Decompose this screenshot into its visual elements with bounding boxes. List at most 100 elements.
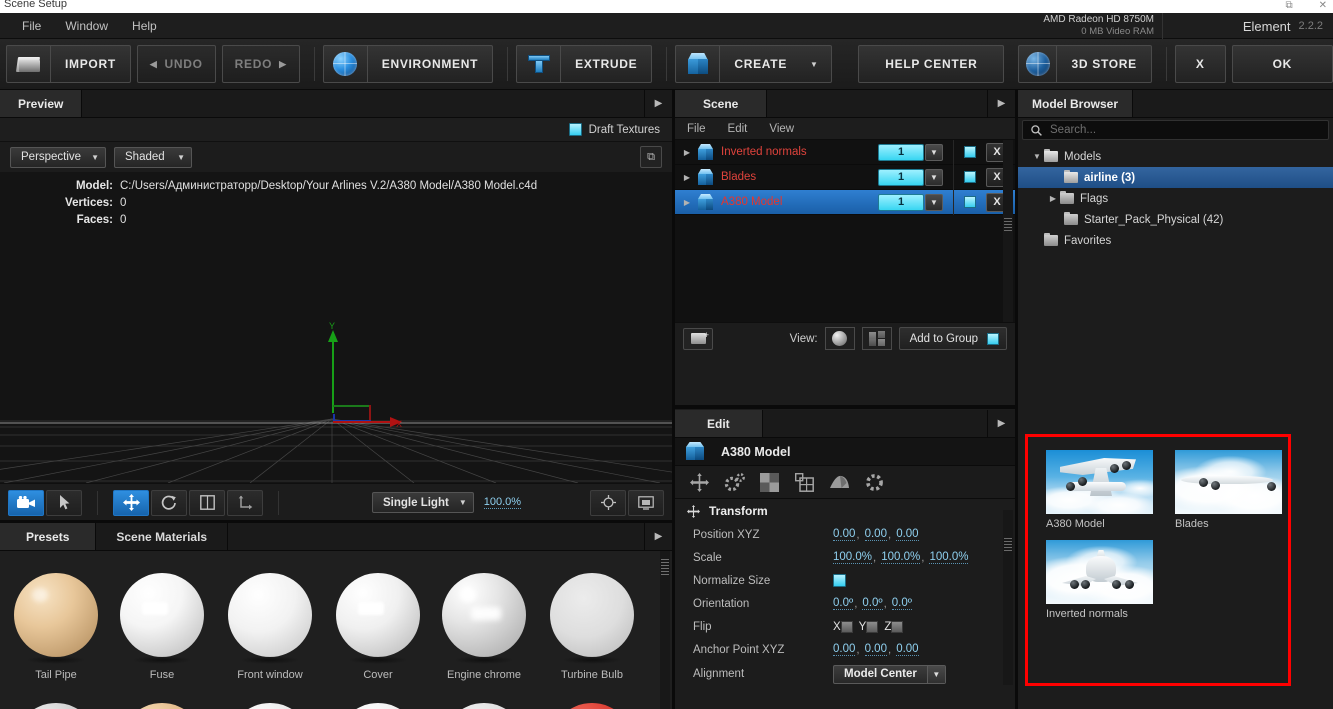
scene-list-scrollbar[interactable] xyxy=(1003,140,1013,322)
orientation-y-value[interactable]: 0.0º xyxy=(862,597,883,610)
position-z-value[interactable]: 0.00 xyxy=(896,528,919,541)
add-to-group-button[interactable]: Add to Group xyxy=(898,327,1007,350)
thumbnail-item-blades[interactable]: Blades xyxy=(1175,450,1282,530)
redo-button[interactable]: REDO ▶ xyxy=(221,45,300,83)
edit-panel-menu-arrow[interactable]: ▶ xyxy=(987,410,1015,437)
flip-x-checkbox[interactable] xyxy=(840,620,853,633)
scale-y-value[interactable]: 100.0% xyxy=(881,551,921,564)
disclosure-triangle-icon[interactable]: ▶ xyxy=(679,173,695,182)
environment-button[interactable]: ENVIRONMENT xyxy=(322,45,494,83)
tab-scene-materials[interactable]: Scene Materials xyxy=(96,523,229,550)
move-tool-button[interactable] xyxy=(113,489,149,516)
scale-x-value[interactable]: 100.0% xyxy=(833,551,873,564)
flip-y-checkbox[interactable] xyxy=(866,620,879,633)
material-item-turbine-bulb[interactable]: Turbine Bulb xyxy=(538,573,646,681)
visibility-toggle[interactable] xyxy=(964,146,976,158)
panel-divider-horizontal-2[interactable] xyxy=(675,405,1015,409)
anchor-x-value[interactable]: 0.00 xyxy=(833,643,856,656)
help-center-button[interactable]: HELP CENTER xyxy=(858,45,1005,83)
tree-item-airline[interactable]: airline (3) xyxy=(1018,167,1333,188)
scene-row-a380-model[interactable]: ▶ A380 Model 1 ▼ X xyxy=(675,189,1015,215)
chevron-down-icon[interactable]: ▼ xyxy=(925,168,943,186)
settings-gear-icon[interactable] xyxy=(864,472,885,493)
anchor-z-value[interactable]: 0.00 xyxy=(896,643,919,656)
material-item-row2-4[interactable] xyxy=(324,703,432,709)
panel-divider-vertical-1[interactable] xyxy=(672,90,675,709)
instance-count-field[interactable]: 1 xyxy=(878,168,924,186)
material-item-tail-pipe[interactable]: Tail Pipe xyxy=(2,573,110,681)
ok-button[interactable]: OK xyxy=(1231,45,1333,83)
rotate-tool-button[interactable] xyxy=(151,489,187,516)
scrollbar-grip[interactable] xyxy=(661,559,669,575)
select-tool-button[interactable] xyxy=(46,489,82,516)
orientation-z-value[interactable]: 0.0º xyxy=(891,597,912,610)
tab-scene[interactable]: Scene xyxy=(675,90,768,117)
panel-divider-horizontal-1[interactable] xyxy=(0,520,672,523)
tab-preview[interactable]: Preview xyxy=(0,90,83,117)
cancel-button[interactable]: X xyxy=(1174,45,1226,83)
scale-z-value[interactable]: 100.0% xyxy=(929,551,969,564)
material-item-fuse[interactable]: Fuse xyxy=(108,573,216,681)
anchor-y-value[interactable]: 0.00 xyxy=(864,643,887,656)
normalize-size-checkbox[interactable] xyxy=(833,574,846,587)
instance-count-field[interactable]: 1 xyxy=(878,193,924,211)
transform-section-header[interactable]: Transform xyxy=(675,499,1015,523)
axis-tool-button[interactable] xyxy=(227,489,263,516)
tree-item-starter-pack[interactable]: Starter_Pack_Physical (42) xyxy=(1018,209,1333,230)
thumbnail-item-a380-model[interactable]: A380 Model xyxy=(1046,450,1153,530)
shading-mode-dropdown[interactable]: Shaded ▼ xyxy=(114,146,193,168)
scene-row-blades[interactable]: ▶ Blades 1 ▼ X xyxy=(675,164,1015,190)
close-icon[interactable]: ✕ xyxy=(1319,1,1327,11)
scrollbar-grip[interactable] xyxy=(1004,218,1012,232)
camera-mode-dropdown[interactable]: Perspective ▼ xyxy=(10,146,107,168)
transform-icon[interactable] xyxy=(689,472,710,493)
visibility-toggle[interactable] xyxy=(964,171,976,183)
material-item-row2-5[interactable] xyxy=(430,703,538,709)
scene-item-label[interactable]: Blades xyxy=(721,171,878,183)
materials-scrollbar[interactable] xyxy=(660,551,670,709)
position-y-value[interactable]: 0.00 xyxy=(864,528,887,541)
scene-item-label[interactable]: A380 Model xyxy=(721,196,878,208)
scene-menu-view[interactable]: View xyxy=(769,123,794,135)
materials-panel-menu-arrow[interactable]: ▶ xyxy=(644,523,672,550)
disclosure-triangle-icon[interactable]: ▶ xyxy=(1046,194,1060,203)
sphere-view-button[interactable] xyxy=(824,327,855,350)
scrollbar-grip[interactable] xyxy=(1004,538,1012,552)
tree-item-favorites[interactable]: Favorites xyxy=(1018,230,1333,251)
light-preset-dropdown[interactable]: Single Light ▼ xyxy=(372,492,474,513)
restore-icon[interactable]: ⧉ xyxy=(1285,1,1292,11)
material-item-row2-6[interactable] xyxy=(538,703,646,709)
scene-panel-menu-arrow[interactable]: ▶ xyxy=(987,90,1015,117)
viewport-3d[interactable]: Model: C:/Users/Администраторp/Desktop/Y… xyxy=(0,172,672,483)
material-item-cover[interactable]: Cover xyxy=(324,573,432,681)
draft-textures-checkbox[interactable] xyxy=(568,123,582,136)
cluster-view-button[interactable] xyxy=(861,327,892,350)
render-view-button[interactable] xyxy=(628,489,664,516)
preview-panel-menu-arrow[interactable]: ▶ xyxy=(644,90,672,117)
material-item-row2-3[interactable] xyxy=(216,703,324,709)
material-item-engine-chrome[interactable]: Engine chrome xyxy=(430,573,538,681)
tree-item-flags[interactable]: ▶ Flags xyxy=(1018,188,1333,209)
scene-row-inverted-normals[interactable]: ▶ Inverted normals 1 ▼ X xyxy=(675,140,1015,165)
search-input[interactable]: Search... xyxy=(1022,120,1329,140)
chevron-down-icon[interactable]: ▼ xyxy=(925,193,943,211)
disclosure-triangle-icon[interactable]: ▶ xyxy=(679,198,695,207)
thumbnail-item-inverted-normals[interactable]: Inverted normals xyxy=(1046,540,1153,620)
visibility-toggle[interactable] xyxy=(964,196,976,208)
material-checker-icon[interactable] xyxy=(759,472,780,493)
menu-item-window[interactable]: Window xyxy=(53,16,120,36)
chevron-down-icon[interactable]: ▼ xyxy=(925,143,943,161)
expand-viewport-button[interactable]: ⧉ xyxy=(640,146,662,168)
store-button[interactable]: 3D STORE xyxy=(1018,45,1152,83)
scale-tool-button[interactable] xyxy=(189,489,225,516)
material-item-row2-2[interactable] xyxy=(108,703,216,709)
new-group-button[interactable]: + xyxy=(683,327,713,350)
shading-icon[interactable] xyxy=(829,472,850,493)
scene-item-label[interactable]: Inverted normals xyxy=(721,146,878,158)
camera-tool-button[interactable] xyxy=(8,489,44,516)
menu-item-help[interactable]: Help xyxy=(120,16,169,36)
disclosure-triangle-icon[interactable]: ▶ xyxy=(679,148,695,157)
panel-drag-handle[interactable] xyxy=(1018,430,1333,442)
alignment-dropdown[interactable]: Model Center ▼ xyxy=(833,664,946,684)
light-intensity-value[interactable]: 100.0% xyxy=(483,496,522,509)
